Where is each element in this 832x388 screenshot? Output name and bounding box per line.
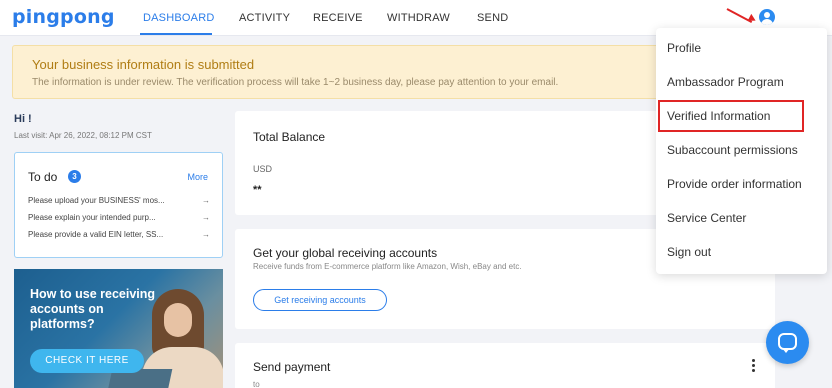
send-payment-card: Send payment to (235, 343, 775, 388)
menu-item-sign-out[interactable]: Sign out (667, 245, 711, 259)
annotation-arrow-head (747, 13, 758, 25)
pingpong-logo[interactable]: pingpong (12, 6, 115, 28)
todo-more-link[interactable]: More (187, 172, 208, 182)
todo-item[interactable]: Please provide a valid EIN letter, SS...… (28, 230, 210, 239)
todo-item[interactable]: Please explain your intended purp... → (28, 213, 210, 222)
greeting: Hi ! (14, 113, 32, 125)
todo-count-badge: 3 (68, 170, 81, 183)
receiving-title: Get your global receiving accounts (253, 246, 438, 260)
active-tab-indicator (140, 33, 212, 35)
nav-dashboard[interactable]: DASHBOARD (143, 12, 214, 24)
balance-amount: ** (253, 184, 262, 196)
user-avatar-icon[interactable] (759, 9, 775, 25)
nav-receive[interactable]: RECEIVE (313, 12, 363, 24)
nav-withdraw[interactable]: WITHDRAW (387, 12, 450, 24)
balance-currency: USD (253, 164, 273, 174)
menu-item-ambassador-program[interactable]: Ambassador Program (667, 75, 784, 89)
todo-item-text: Please provide a valid EIN letter, SS... (28, 230, 164, 239)
notice-title: Your business information is submitted (32, 57, 255, 72)
check-it-here-button[interactable]: CHECK IT HERE (30, 349, 144, 373)
nav-send[interactable]: SEND (477, 12, 508, 24)
todo-item[interactable]: Please upload your BUSINESS' mos... → (28, 196, 210, 205)
nav-activity[interactable]: ACTIVITY (239, 12, 290, 24)
menu-item-profile[interactable]: Profile (667, 41, 701, 55)
highlight-box (658, 100, 804, 132)
verification-notice-banner: Your business information is submitted T… (12, 45, 712, 99)
account-dropdown-menu: Profile Ambassador Program Verified Info… (656, 28, 827, 274)
todo-title: To do (28, 170, 58, 184)
get-receiving-accounts-button[interactable]: Get receiving accounts (253, 289, 387, 311)
receiving-accounts-promo[interactable]: How to use receiving accounts on platfor… (14, 269, 223, 388)
last-visit: Last visit: Apr 26, 2022, 08:12 PM CST (14, 131, 152, 140)
chat-bubble-tail (782, 348, 790, 353)
send-subtitle: to (253, 380, 260, 388)
todo-panel: To do 3 More Please upload your BUSINESS… (14, 152, 223, 258)
receiving-subtitle: Receive funds from E-commerce platform l… (253, 262, 522, 271)
promo-text: How to use receiving accounts on platfor… (30, 287, 156, 331)
arrow-right-icon: → (202, 196, 210, 205)
chat-button[interactable] (766, 321, 809, 364)
notice-text: The information is under review. The ver… (32, 77, 559, 88)
todo-item-text: Please upload your BUSINESS' mos... (28, 196, 165, 205)
more-options-icon[interactable] (752, 359, 755, 374)
arrow-right-icon: → (202, 213, 210, 222)
menu-item-service-center[interactable]: Service Center (667, 211, 746, 225)
menu-item-provide-order-information[interactable]: Provide order information (667, 177, 802, 191)
balance-title: Total Balance (253, 130, 326, 144)
menu-item-subaccount-permissions[interactable]: Subaccount permissions (667, 143, 798, 157)
send-title: Send payment (253, 360, 331, 374)
todo-item-text: Please explain your intended purp... (28, 213, 156, 222)
arrow-right-icon: → (202, 230, 210, 239)
promo-photo-face (164, 303, 192, 337)
